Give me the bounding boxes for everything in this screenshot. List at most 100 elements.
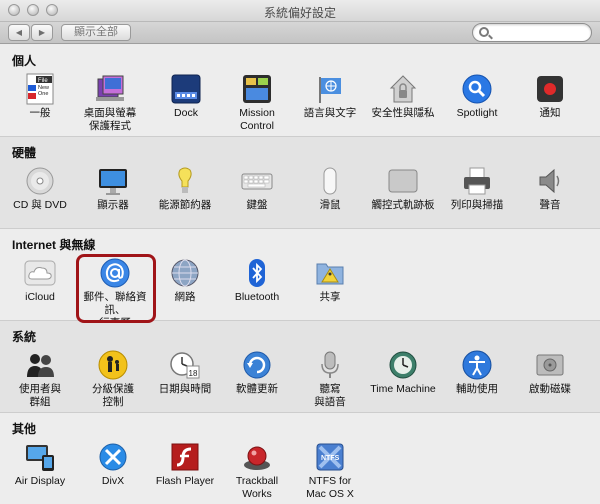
pane-label: 鍵盤: [246, 199, 268, 211]
back-arrow-icon: ◀: [15, 28, 23, 37]
ntfs-icon-text: NTFS: [321, 455, 340, 462]
pane-date-time[interactable]: 18 日期與時間: [150, 349, 220, 411]
section-title-personal: 個人: [12, 54, 37, 68]
window-title: 系統偏好設定: [263, 6, 336, 20]
cloud-icon: [24, 257, 56, 289]
back-button[interactable]: ◀: [8, 24, 30, 41]
pane-trackball-works[interactable]: Trackball Works: [222, 441, 292, 503]
pane-time-machine[interactable]: Time Machine: [368, 349, 438, 411]
pane-label: 網路: [174, 291, 196, 303]
pane-divx[interactable]: DivX: [78, 441, 148, 503]
section-title-system: 系統: [12, 330, 37, 344]
pane-label: 分級保護 控制: [92, 383, 134, 408]
pane-language-text[interactable]: 語言與文字: [295, 73, 365, 135]
section-title-hardware: 硬體: [12, 146, 37, 160]
pane-trackpad[interactable]: 觸控式軌跡板: [368, 165, 438, 227]
section-title-internet: Internet 與無線: [12, 238, 96, 252]
pane-label: 啟動磁碟: [529, 383, 571, 395]
globe-icon: [169, 257, 201, 289]
pane-network[interactable]: 網路: [150, 257, 220, 319]
users-icon: [24, 349, 56, 381]
pane-cd-dvd[interactable]: CD 與 DVD: [5, 165, 75, 227]
search-field[interactable]: [472, 23, 592, 42]
pane-label: 滑鼠: [319, 199, 341, 211]
pane-software-update[interactable]: 軟體更新: [222, 349, 292, 411]
section-system: 系統 使用者與 群組 分級保護 控制 18 日期與時間 軟體更新 聽寫 與語音 …: [0, 321, 600, 413]
pane-energy-saver[interactable]: 能源節約器: [150, 165, 220, 227]
pane-spotlight[interactable]: Spotlight: [442, 73, 512, 135]
speaker-icon: [534, 165, 566, 197]
pane-flash-player[interactable]: Flash Player: [150, 441, 220, 503]
pane-label: 安全性與隱私: [371, 107, 435, 119]
general-icon-one-text: One: [38, 91, 48, 97]
pane-desktop-screensaver[interactable]: 桌面與螢幕 保護程式: [75, 73, 145, 135]
trackball-icon: [241, 441, 273, 473]
search-icon: [479, 27, 489, 37]
dock-icon: [170, 73, 202, 105]
printer-icon: [461, 165, 493, 197]
pane-notifications[interactable]: 通知: [515, 73, 585, 135]
pane-label: iCloud: [25, 291, 55, 303]
pane-label: DivX: [101, 475, 125, 487]
calendar-day-text: 18: [189, 369, 198, 378]
pane-general[interactable]: File New One 一般: [5, 73, 75, 135]
pane-security-privacy[interactable]: 安全性與隱私: [368, 73, 438, 135]
keyboard-icon: [241, 165, 273, 197]
pane-keyboard[interactable]: 鍵盤: [222, 165, 292, 227]
pane-dictation-speech[interactable]: 聽寫 與語音: [295, 349, 365, 411]
forward-button[interactable]: ▶: [31, 24, 53, 41]
pane-label: CD 與 DVD: [13, 199, 67, 211]
pane-print-scan[interactable]: 列印與掃描: [442, 165, 512, 227]
notifications-icon: [534, 73, 566, 105]
pane-label: 聲音: [539, 199, 561, 211]
microphone-icon: [314, 349, 346, 381]
accessibility-icon: [461, 349, 493, 381]
general-icon: File New One: [24, 73, 56, 105]
lightbulb-icon: [169, 165, 201, 197]
pane-label: Air Display: [14, 475, 66, 487]
pane-ntfs-for-mac[interactable]: NTFS NTFS for Mac OS X: [295, 441, 365, 503]
sharing-folder-icon: [314, 257, 346, 289]
pane-bluetooth[interactable]: Bluetooth: [222, 257, 292, 319]
pane-label: 觸控式軌跡板: [371, 199, 435, 211]
general-icon-file-text: File: [38, 78, 48, 84]
pane-displays[interactable]: 顯示器: [78, 165, 148, 227]
show-all-button[interactable]: 顯示全部: [61, 24, 131, 41]
desktop-screensaver-icon: [94, 73, 126, 105]
trackpad-icon: [387, 165, 419, 197]
pane-parental-controls[interactable]: 分級保護 控制: [78, 349, 148, 411]
pane-label: Spotlight: [456, 107, 498, 119]
pane-label: 語言與文字: [303, 107, 357, 119]
pane-dock[interactable]: Dock: [151, 73, 221, 135]
pane-label: 日期與時間: [158, 383, 212, 395]
section-hardware: 硬體 CD 與 DVD 顯示器 能源節約器 鍵盤 滑鼠 觸控式軌跡板 列印與掃描…: [0, 137, 600, 229]
pane-sharing[interactable]: 共享: [295, 257, 365, 319]
pane-mission-control[interactable]: Mission Control: [222, 73, 292, 135]
pane-label: 聽寫 與語音: [314, 383, 346, 408]
pane-accessibility[interactable]: 輔助使用: [442, 349, 512, 411]
title-bar: 系統偏好設定: [0, 0, 600, 22]
flash-player-icon: [169, 441, 201, 473]
pane-icloud[interactable]: iCloud: [5, 257, 75, 319]
pane-label: 通知: [539, 107, 561, 119]
highlight-annotation: [76, 254, 156, 323]
pane-startup-disk[interactable]: 啟動磁碟: [515, 349, 585, 411]
spotlight-magnifier-icon: [461, 73, 493, 105]
air-display-icon: [24, 441, 56, 473]
pane-sound[interactable]: 聲音: [515, 165, 585, 227]
mission-control-icon: [241, 73, 273, 105]
toolbar: ◀ ▶ 顯示全部: [0, 22, 600, 44]
pane-label: 輔助使用: [456, 383, 498, 395]
pane-label: 使用者與 群組: [19, 383, 61, 408]
pane-users-groups[interactable]: 使用者與 群組: [5, 349, 75, 411]
pane-mouse[interactable]: 滑鼠: [295, 165, 365, 227]
pane-air-display[interactable]: Air Display: [5, 441, 75, 503]
pane-label: Mission Control: [239, 107, 275, 132]
disc-icon: [24, 165, 56, 197]
pane-label: 共享: [319, 291, 341, 303]
pane-label: NTFS for Mac OS X: [306, 475, 354, 500]
pane-label: Flash Player: [155, 475, 215, 487]
parental-controls-icon: [97, 349, 129, 381]
clock-calendar-icon: 18: [169, 349, 201, 381]
mouse-icon: [314, 165, 346, 197]
